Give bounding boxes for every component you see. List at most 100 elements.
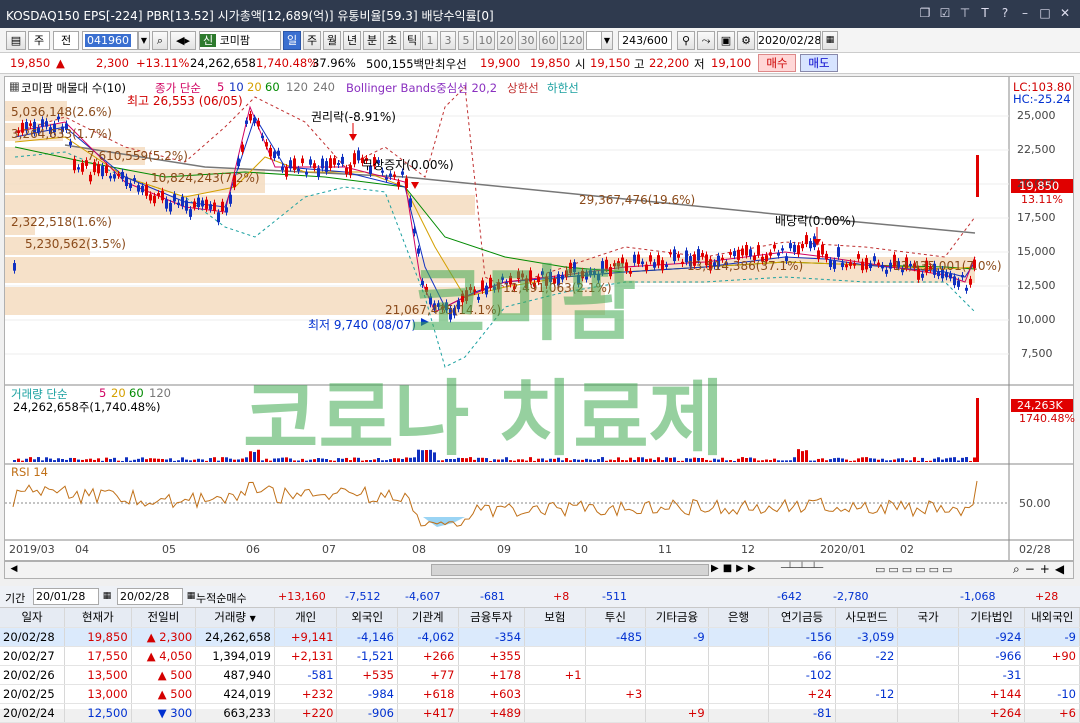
candle [321,158,324,169]
period-from-input[interactable]: 20/01/28 [33,588,99,605]
col-volume[interactable]: 거래량 ▼ [195,608,275,628]
table-row[interactable]: 20/02/27 17,550 ▲ 4,050 1,394,019 +2,131 -1,5… [0,646,1080,666]
minute-10[interactable]: 10 [476,31,495,50]
candle [797,245,800,255]
close-icon[interactable]: ✕ [1058,5,1072,21]
profile-label: 10,824,243(7.2%) [151,171,260,185]
calendar-icon[interactable]: ▦ [822,31,838,50]
zoom-controls[interactable]: ⌕−+◀ [1013,562,1069,577]
chart-scrollbar[interactable]: ◀ ▶■▶▶ ─┴─┴─┴─ ▭▭▭▭▭▭ ⌕−+◀ [4,561,1074,579]
indicator-icon[interactable]: ⚲ [677,31,695,50]
volume-bar [429,449,432,462]
candle [833,260,836,269]
period-tick[interactable]: 틱 [403,31,421,50]
col-date[interactable]: 일자 [0,608,66,628]
col-change[interactable]: 전일비 [131,608,197,628]
buy-button[interactable]: 매수 [758,54,796,72]
minute-60[interactable]: 60 [539,31,558,50]
period-year[interactable]: 년 [343,31,361,50]
stock-name-field[interactable]: 신 코미팜 [199,31,281,50]
view-tools[interactable]: ▭▭▭▭▭▭ [875,563,955,576]
minute-20[interactable]: 20 [497,31,516,50]
col-price[interactable]: 현재가 [64,608,132,628]
search-icon[interactable]: ⌕ [152,31,168,50]
volume-bar [453,459,456,462]
gear-icon[interactable]: ⚙ [737,31,755,50]
col-bank[interactable]: 은행 [708,608,770,628]
period-second[interactable]: 초 [383,31,401,50]
period-to-input[interactable]: 20/02/28 [117,588,183,605]
custom-dropdown-icon[interactable]: ▼ [601,31,613,50]
volume-bar [405,457,408,462]
table-row[interactable]: 20/02/25 13,000 ▲ 500 424,019 +232 -984 +618 +6… [0,684,1080,704]
volume-bar [557,457,560,462]
table-cell: +355 [458,646,526,666]
save-icon[interactable]: ▣ [717,31,735,50]
volume-bar [97,458,100,462]
sell-button[interactable]: 매도 [800,54,838,72]
candle [309,159,312,165]
col-foreign[interactable]: 외국인 [336,608,398,628]
col-state[interactable]: 국가 [897,608,959,628]
link-icon[interactable]: ☑ [938,5,952,21]
data-count-field[interactable]: 243/600 [618,31,672,50]
volume-bar [41,460,44,462]
stock-chart[interactable]: ▦ 코미팜 매물대 수(10) 종가 단순 5 10 20 60 120 240… [4,76,1075,561]
minimize-icon[interactable]: – [1018,5,1032,21]
volume-bar [885,460,888,462]
legend-ma60: 60 [265,80,280,94]
maximize-icon[interactable]: □ [1038,5,1052,21]
volume-bar [865,457,868,462]
volume-bar [745,457,748,462]
candle [953,276,956,286]
col-domestic-foreign[interactable]: 내외국인 [1024,608,1080,628]
volume-bar [329,460,332,462]
chart-settings-icon[interactable]: ▦ [9,79,20,93]
col-other-fin[interactable]: 기타금융 [645,608,709,628]
table-cell [1024,665,1080,685]
col-institution[interactable]: 기관계 [397,608,459,628]
help-icon[interactable]: ? [998,5,1012,21]
zoom-slider[interactable]: ─┴─┴─┴─ [781,563,823,574]
minute-5[interactable]: 5 [458,31,474,50]
col-fin-invest[interactable]: 금융투자 [458,608,526,628]
col-other-corp[interactable]: 기타법인 [958,608,1026,628]
x-tick: 12 [741,543,755,556]
calendar-icon[interactable]: ▦ [100,588,114,605]
table-row[interactable]: 20/02/28 19,850 ▲ 2,300 24,262,658 +9,141 -4,… [0,627,1080,647]
period-month[interactable]: 월 [323,31,341,50]
col-insurance[interactable]: 보험 [524,608,586,628]
minute-1[interactable]: 1 [422,31,438,50]
minute-3[interactable]: 3 [440,31,456,50]
scroll-left-icon[interactable]: ◀ [7,564,21,576]
volume-bar [825,460,828,462]
table-cell: ▲ 500 [131,665,197,685]
minute-120[interactable]: 120 [560,31,584,50]
pin-icon[interactable]: ⊤ [958,5,972,21]
candle [969,278,972,285]
period-day[interactable]: 일 [283,31,301,50]
font-size-icon[interactable]: T [978,5,992,21]
period-week[interactable]: 주 [303,31,321,50]
code-dropdown-icon[interactable]: ▼ [138,31,150,50]
playback-controls[interactable]: ▶■▶▶ [711,563,760,574]
speaker-icon[interactable]: ◀▸ [170,31,196,50]
settings-icon[interactable]: ▤ [6,31,26,50]
candle [213,202,216,211]
trend-icon[interactable]: ⤳ [697,31,715,50]
type-select[interactable]: 주 [28,31,50,50]
table-row[interactable]: 20/02/24 12,500 ▼ 300 663,233 +220 -906 +417 +4… [0,703,1080,723]
scroll-thumb[interactable] [431,564,709,576]
period-minute[interactable]: 분 [363,31,381,50]
volume-bar [909,460,912,462]
col-private-fund[interactable]: 사모펀드 [835,608,899,628]
col-pension[interactable]: 연기금등 [768,608,836,628]
mode-select[interactable]: 전 [53,31,79,50]
stock-code-input[interactable]: 041960 [82,31,138,50]
col-individual[interactable]: 개인 [274,608,338,628]
date-input[interactable]: 2020/02/28 [757,31,821,50]
table-row[interactable]: 20/02/26 13,500 ▲ 500 487,940 -581 +535 +77 +17… [0,665,1080,685]
col-trust[interactable]: 투신 [585,608,647,628]
minute-30[interactable]: 30 [518,31,537,50]
restore-icon[interactable]: ❐ [918,5,932,21]
